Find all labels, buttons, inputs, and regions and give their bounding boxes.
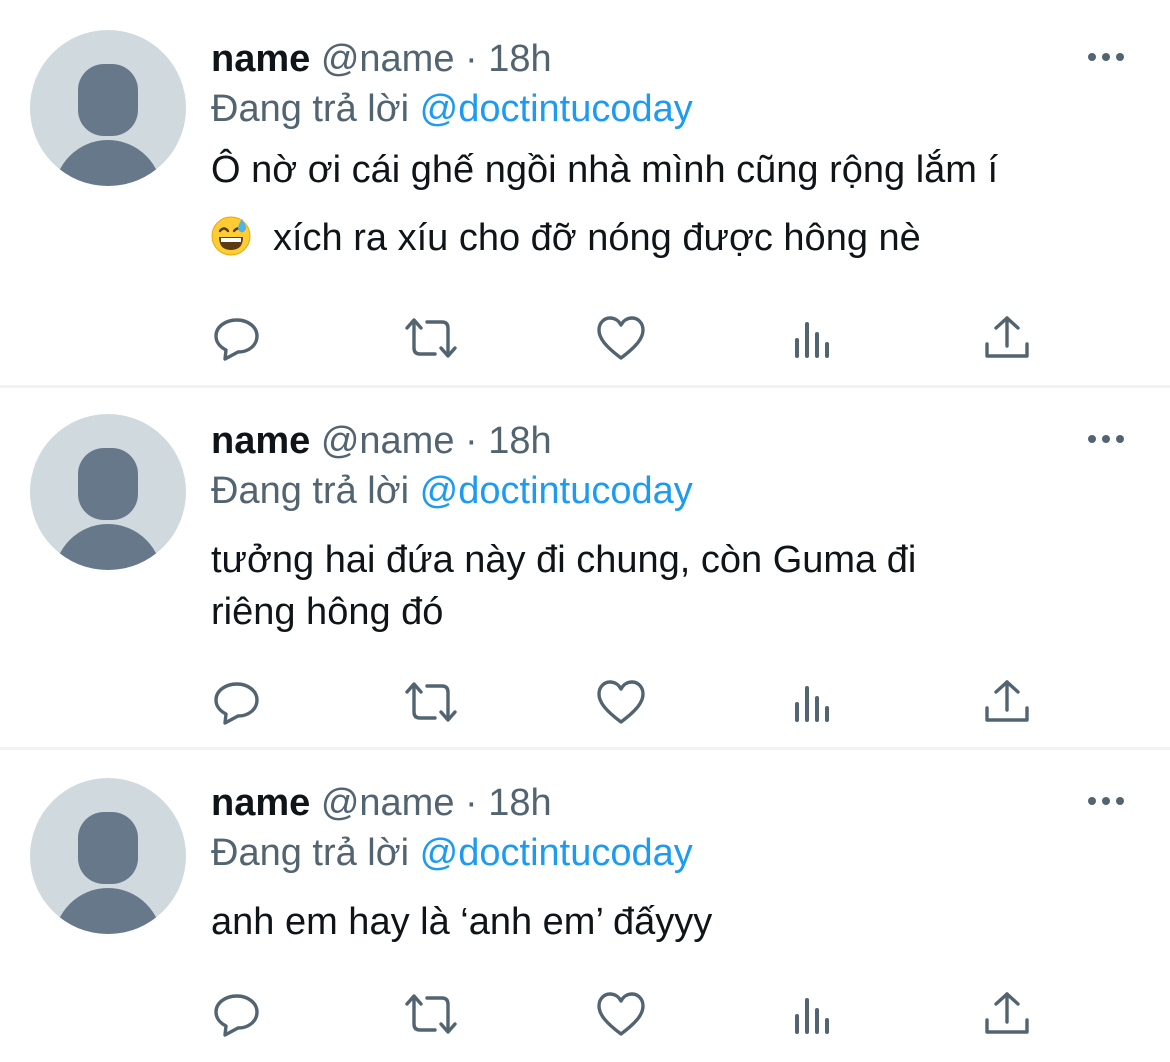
- tweet-header: name @name · 18h: [211, 34, 1130, 84]
- tweet-actions: [211, 314, 1041, 364]
- avatar-shoulders-shape: [54, 140, 162, 186]
- more-icon[interactable]: [1086, 50, 1126, 64]
- tweet-header: name @name · 18h: [211, 778, 1130, 828]
- tweet-text-line: tưởng hai đứa này đi chung, còn Guma đi: [211, 539, 917, 581]
- user-handle[interactable]: @name: [321, 782, 455, 824]
- views-icon[interactable]: [789, 314, 841, 364]
- replying-to: Đang trả lời @doctintucoday: [211, 466, 1130, 516]
- user-handle[interactable]: @name: [321, 420, 455, 462]
- share-icon[interactable]: [981, 990, 1033, 1040]
- views-icon[interactable]: [789, 678, 841, 728]
- display-name[interactable]: name: [211, 782, 310, 824]
- share-icon[interactable]: [981, 314, 1033, 364]
- tweet-header: name @name · 18h: [211, 416, 1130, 466]
- tweet-text: anh em hay là ‘anh em’ đấyyy: [211, 896, 1130, 948]
- retweet-icon[interactable]: [401, 678, 457, 728]
- tweet[interactable]: name @name · 18h Đang trả lời @doctintuc…: [0, 750, 1170, 1062]
- tweet-text: tưởng hai đứa này đi chung, còn Guma đi …: [211, 534, 1130, 638]
- like-icon[interactable]: [595, 990, 647, 1040]
- avatar-shoulders-shape: [54, 524, 162, 570]
- tweet-text-line-rest: xích ra xíu cho đỡ nóng được hông nè: [273, 217, 921, 259]
- tweet-actions: [211, 990, 1041, 1040]
- views-icon[interactable]: [789, 990, 841, 1040]
- replying-to: Đang trả lời @doctintucoday: [211, 84, 1130, 134]
- tweet-text-line: Ô nờ ơi cái ghế ngồi nhà mình cũng rộng …: [211, 149, 999, 191]
- more-icon[interactable]: [1086, 794, 1126, 808]
- like-icon[interactable]: [595, 678, 647, 728]
- more-icon[interactable]: [1086, 432, 1126, 446]
- avatar-head-shape: [78, 64, 138, 136]
- share-icon[interactable]: [981, 678, 1033, 728]
- avatar-shoulders-shape: [54, 888, 162, 934]
- avatar-head-shape: [78, 448, 138, 520]
- retweet-icon[interactable]: [401, 314, 457, 364]
- reply-icon[interactable]: [211, 314, 263, 364]
- like-icon[interactable]: [595, 314, 647, 364]
- tweet-text-line: anh em hay là ‘anh em’ đấyyy: [211, 901, 713, 943]
- separator-dot: ·: [465, 420, 478, 462]
- replying-to: Đang trả lời @doctintucoday: [211, 828, 1130, 878]
- mention-link[interactable]: @doctintucoday: [420, 88, 693, 130]
- reply-icon[interactable]: [211, 678, 263, 728]
- tweet-content: name @name · 18h Đang trả lời @doctintuc…: [211, 416, 1130, 638]
- display-name[interactable]: name: [211, 420, 310, 462]
- avatar-head-shape: [78, 812, 138, 884]
- tweet-content: name @name · 18h Đang trả lời @doctintuc…: [211, 34, 1130, 272]
- mention-link[interactable]: @doctintucoday: [420, 832, 693, 874]
- tweet-content: name @name · 18h Đang trả lời @doctintuc…: [211, 778, 1130, 948]
- tweet[interactable]: name @name · 18h Đang trả lời @doctintuc…: [0, 0, 1170, 388]
- tweet-text: Ô nờ ơi cái ghế ngồi nhà mình cũng rộng …: [211, 136, 1130, 272]
- mention-link[interactable]: @doctintucoday: [420, 470, 693, 512]
- timestamp[interactable]: 18h: [488, 420, 551, 462]
- separator-dot: ·: [465, 782, 478, 824]
- timestamp[interactable]: 18h: [488, 782, 551, 824]
- display-name[interactable]: name: [211, 38, 310, 80]
- tweet-text-line: riêng hông đó: [211, 591, 444, 633]
- replying-to-label: Đang trả lời: [211, 832, 410, 874]
- avatar[interactable]: [30, 778, 186, 934]
- retweet-icon[interactable]: [401, 990, 457, 1040]
- tweet-text-line: xích ra xíu cho đỡ nóng được hông nè: [211, 204, 1130, 272]
- separator-dot: ·: [465, 38, 478, 80]
- reply-icon[interactable]: [211, 990, 263, 1040]
- tweet-actions: [211, 678, 1041, 728]
- replying-to-label: Đang trả lời: [211, 470, 410, 512]
- avatar[interactable]: [30, 30, 186, 186]
- tweet[interactable]: name @name · 18h Đang trả lời @doctintuc…: [0, 388, 1170, 750]
- timestamp[interactable]: 18h: [488, 38, 551, 80]
- avatar[interactable]: [30, 414, 186, 570]
- replying-to-label: Đang trả lời: [211, 88, 410, 130]
- user-handle[interactable]: @name: [321, 38, 455, 80]
- grinning-sweat-emoji-icon: [211, 216, 251, 256]
